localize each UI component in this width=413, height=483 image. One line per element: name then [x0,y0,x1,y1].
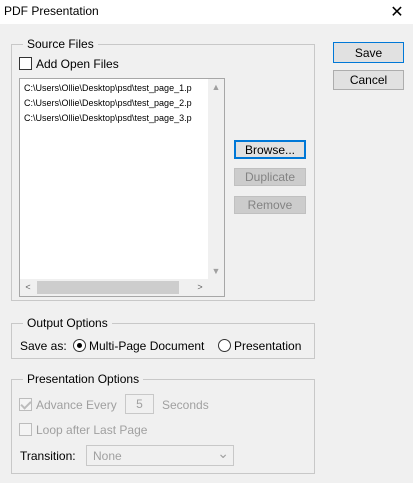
multi-page-label: Multi-Page Document [89,339,205,353]
multi-page-radio[interactable] [73,339,86,352]
output-options-legend: Output Options [23,316,112,330]
add-open-files-label: Add Open Files [36,57,119,71]
presentation-label: Presentation [234,339,302,353]
source-files-list[interactable]: C:\Users\Ollie\Desktop\psd\test_page_1.p… [19,78,225,297]
source-files-legend: Source Files [23,37,98,51]
scroll-down-icon[interactable]: ▼ [208,263,224,279]
remove-button[interactable]: Remove [234,196,306,214]
scroll-up-icon[interactable]: ▲ [208,79,224,95]
transition-label: Transition: [20,449,76,463]
transition-select[interactable]: None ⌄ [86,445,234,466]
close-button[interactable]: ✕ [381,0,413,24]
chevron-down-icon: ⌄ [217,445,229,461]
loop-checkbox[interactable] [19,423,32,436]
close-icon: ✕ [390,4,404,21]
seconds-label: Seconds [162,398,209,412]
list-item[interactable]: C:\Users\Ollie\Desktop\psd\test_page_2.p [24,98,192,108]
list-item[interactable]: C:\Users\Ollie\Desktop\psd\test_page_3.p [24,113,192,123]
browse-button[interactable]: Browse... [234,140,306,159]
duplicate-button[interactable]: Duplicate [234,168,306,186]
presentation-radio[interactable] [218,339,231,352]
add-open-files-checkbox[interactable] [19,57,32,70]
transition-select-value: None [93,449,122,463]
save-button[interactable]: Save [333,42,404,63]
advance-seconds-input[interactable]: 5 [125,394,154,414]
scroll-right-icon[interactable]: > [192,279,208,295]
window-title: PDF Presentation [4,4,99,18]
vertical-scrollbar[interactable]: ▲ ▼ [208,79,224,279]
list-item[interactable]: C:\Users\Ollie\Desktop\psd\test_page_1.p [24,83,192,93]
advance-every-checkbox[interactable] [19,398,32,411]
advance-every-label: Advance Every [36,398,117,412]
presentation-options-legend: Presentation Options [23,372,144,386]
horizontal-scrollbar[interactable]: < > [20,279,224,296]
scroll-left-icon[interactable]: < [20,279,36,295]
save-as-label: Save as: [20,339,67,353]
horizontal-scroll-thumb[interactable] [37,281,179,294]
cancel-button[interactable]: Cancel [333,70,404,90]
loop-label: Loop after Last Page [36,423,148,437]
